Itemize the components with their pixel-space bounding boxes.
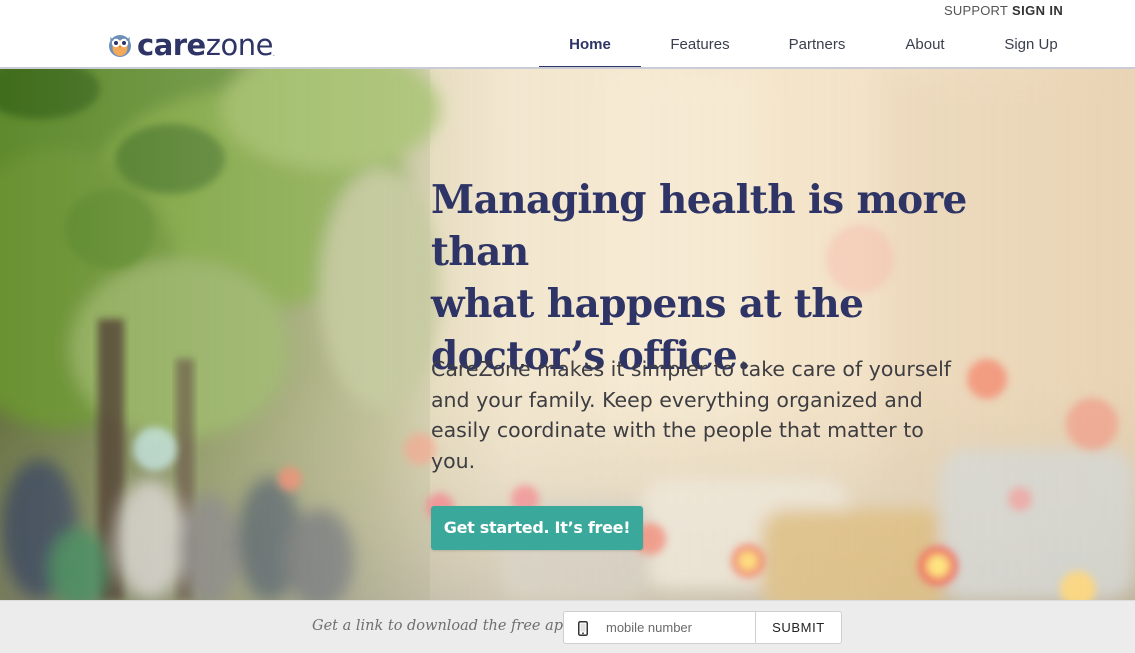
hero-description: CareZone makes it simpler to take care o… (431, 357, 951, 473)
hero-headline-line: what happens at the (431, 281, 864, 327)
brand-wordmark: carezone (137, 27, 274, 62)
nav-about[interactable]: About (893, 22, 957, 70)
owl-logo-icon (109, 35, 131, 57)
mobile-number-field[interactable] (563, 611, 755, 644)
app-download-bar: Get a link to download the free app: SUB… (0, 600, 1135, 653)
phone-icon (578, 621, 588, 636)
hero-section: Managing health is more than what happen… (0, 69, 1135, 600)
submit-button[interactable]: SUBMIT (755, 611, 842, 644)
sign-in-link[interactable]: SIGN IN (1012, 3, 1063, 18)
nav-partners[interactable]: Partners (778, 22, 856, 70)
brand-name-bold: care (137, 27, 206, 62)
utility-bar: SUPPORT SIGN IN (0, 0, 1135, 22)
brand-name-light: zone (205, 27, 274, 62)
nav-sign-up[interactable]: Sign Up (996, 22, 1066, 70)
get-started-button[interactable]: Get started. It’s free! (431, 506, 643, 550)
mobile-number-input[interactable] (606, 612, 751, 643)
app-download-prompt: Get a link to download the free app: (312, 618, 578, 634)
hero-headline: Managing health is more than what happen… (431, 174, 991, 382)
carezone-logo[interactable]: carezone . (107, 28, 275, 62)
site-header: carezone . Home Features Partners About … (0, 22, 1135, 70)
brand-trademark: . (272, 51, 275, 58)
nav-home[interactable]: Home (539, 22, 641, 70)
hero-headline-line: Managing health is more than (431, 177, 967, 275)
nav-features[interactable]: Features (661, 22, 739, 70)
support-link[interactable]: SUPPORT (944, 3, 1008, 18)
